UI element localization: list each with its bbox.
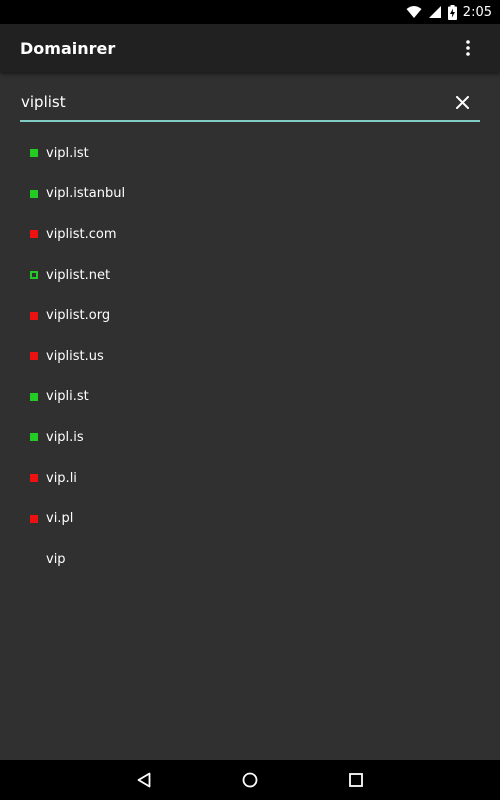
close-icon <box>455 95 469 109</box>
battery-charging-icon <box>447 4 457 20</box>
status-available-indicator <box>30 189 38 198</box>
domain-name: vipl.istanbul <box>46 186 126 202</box>
status-time: 2:05 <box>462 4 492 20</box>
signal-icon <box>428 5 442 19</box>
home-icon <box>242 772 258 788</box>
domain-result-item[interactable]: vipli.st <box>0 377 500 418</box>
back-button[interactable] <box>124 760 164 800</box>
domain-result-item[interactable]: vipl.ist <box>0 133 500 174</box>
domain-result-item[interactable]: vipl.istanbul <box>0 174 500 215</box>
domain-result-item[interactable]: viplist.us <box>0 336 500 377</box>
recents-icon <box>349 773 363 787</box>
domain-results-list: vipl.ist vipl.istanbul viplist.com viplist.… <box>0 133 500 580</box>
status-bar: 2:05 <box>0 0 500 24</box>
domain-result-item[interactable]: viplist.net <box>0 255 500 296</box>
home-button[interactable] <box>230 760 270 800</box>
status-available-indicator <box>30 392 38 401</box>
overflow-menu-button[interactable] <box>456 36 480 60</box>
app-title: Domainrer <box>20 38 116 58</box>
domain-result-item[interactable]: vip.li <box>0 458 500 499</box>
clear-search-button[interactable] <box>448 88 476 116</box>
navigation-bar <box>0 760 500 800</box>
status-taken-indicator <box>30 514 38 523</box>
domain-name: viplist.net <box>46 267 111 283</box>
domain-name: vipli.st <box>46 389 89 405</box>
status-taken-indicator <box>30 474 38 483</box>
domain-name: vipl.is <box>46 429 84 445</box>
recents-button[interactable] <box>336 760 376 800</box>
status-taken-indicator <box>30 352 38 361</box>
domain-result-item[interactable]: viplist.com <box>0 214 500 255</box>
domain-result-item[interactable]: vip <box>0 539 500 580</box>
domain-name: viplist.us <box>46 348 104 364</box>
search-bar <box>20 84 480 122</box>
domain-result-item[interactable]: viplist.org <box>0 295 500 336</box>
domain-name: vip <box>46 551 66 567</box>
status-owned-indicator <box>30 271 38 280</box>
status-available-indicator <box>30 149 38 158</box>
domain-result-item[interactable]: vipl.is <box>0 417 500 458</box>
status-available-indicator <box>30 433 38 442</box>
domain-result-item[interactable]: vi.pl <box>0 498 500 539</box>
status-taken-indicator <box>30 311 38 320</box>
app-screen: 2:05 Domainrer vipl.istvipl.istanbulvipl… <box>0 0 500 800</box>
domain-name: viplist.org <box>46 308 111 324</box>
domain-name: viplist.com <box>46 226 117 242</box>
domain-name: vipl.ist <box>46 145 89 161</box>
more-vert-icon <box>466 40 470 56</box>
back-icon <box>137 772 151 788</box>
wifi-icon <box>406 5 422 19</box>
domain-name: vip.li <box>46 470 77 486</box>
status-none-indicator <box>30 555 38 563</box>
app-bar: Domainrer <box>0 24 500 72</box>
search-input[interactable] <box>20 87 448 117</box>
domain-name: vi.pl <box>46 511 74 527</box>
status-taken-indicator <box>30 230 38 239</box>
